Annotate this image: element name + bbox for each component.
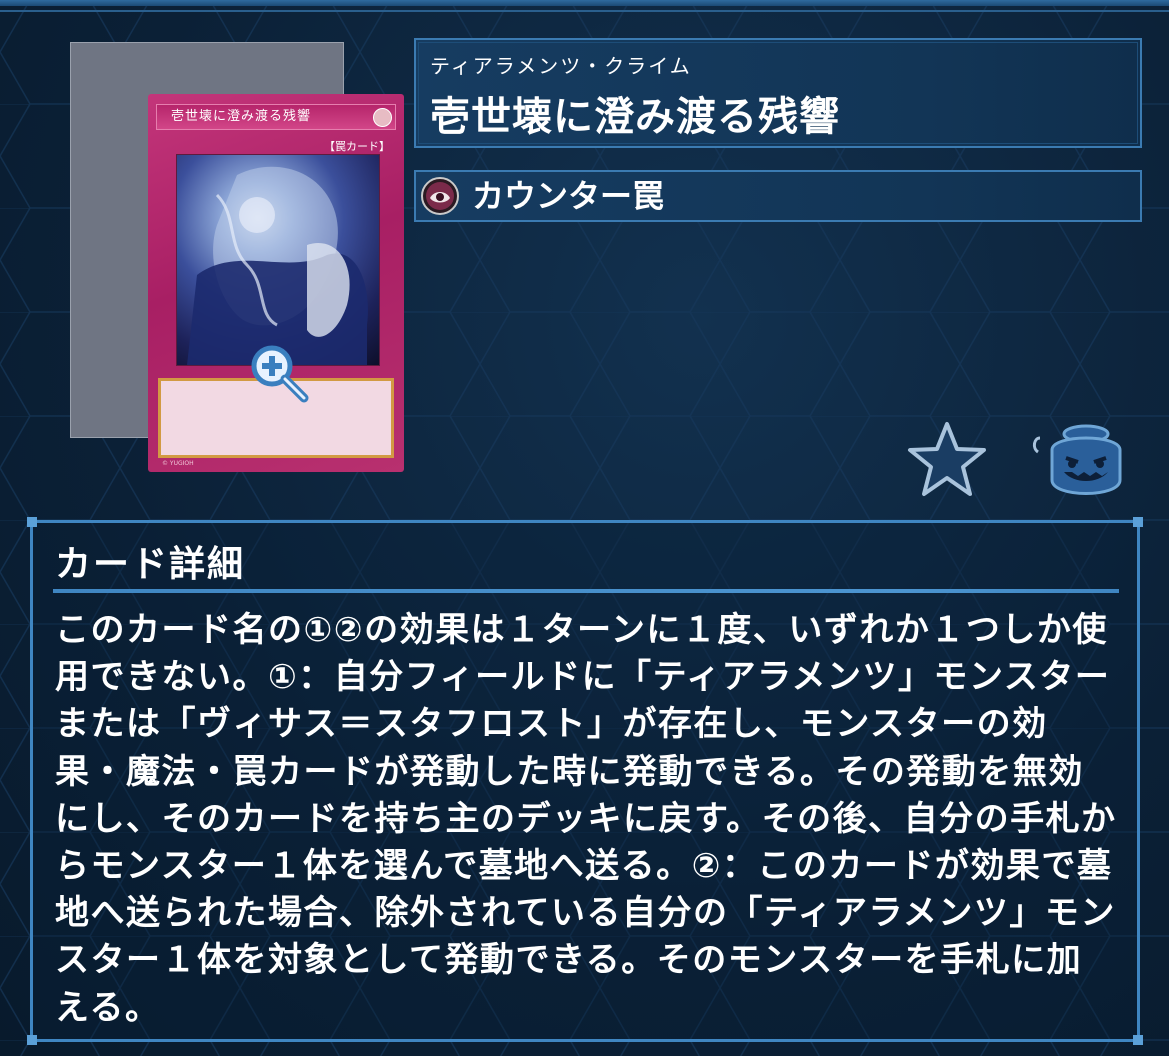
card-name-ruby: ティアラメンツ・クライム — [430, 54, 692, 78]
card-type-label: カウンター罠 — [472, 177, 665, 215]
card-image[interactable]: 壱世壊に澄み渡る残響 【罠カード】 © YUGIOH — [70, 42, 404, 472]
card-image-type: 【罠カード】 — [324, 140, 390, 153]
top-border-line — [0, 10, 1169, 12]
artwork-illustration — [187, 166, 368, 365]
zoom-in-icon[interactable] — [248, 342, 310, 404]
trap-attribute-icon — [373, 108, 392, 127]
counter-trap-icon — [421, 177, 459, 215]
star-icon[interactable] — [906, 420, 988, 498]
panel-corner — [27, 1035, 37, 1045]
panel-corner — [1133, 1035, 1143, 1045]
card-frame: 壱世壊に澄み渡る残響 【罠カード】 © YUGIOH — [148, 94, 404, 472]
panel-corner — [1133, 517, 1143, 527]
card-details-panel: カード詳細 このカード名の①②の効果は１ターンに１度、いずれか１つしか使用できな… — [27, 517, 1143, 1045]
card-artwork — [176, 154, 380, 366]
details-divider — [53, 589, 1119, 593]
pot-of-greed-icon[interactable] — [1030, 420, 1126, 502]
card-title-panel: ティアラメンツ・クライム 壱世壊に澄み渡る残響 — [414, 38, 1142, 148]
panel-corner — [27, 517, 37, 527]
card-detail-screen: 壱世壊に澄み渡る残響 【罠カード】 © YUGIOH ティアラメンツ・クライム … — [0, 0, 1169, 1056]
card-copyright: © YUGIOH — [162, 460, 194, 467]
card-image-name: 壱世壊に澄み渡る残響 — [156, 104, 396, 130]
card-type-panel: カウンター罠 — [414, 170, 1142, 222]
card-effect-text: このカード名の①②の効果は１ターンに１度、いずれか１つしか使用できない。①：自分… — [55, 610, 1117, 1028]
details-heading: カード詳細 — [55, 544, 246, 585]
top-border — [0, 0, 1169, 6]
card-name: 壱世壊に澄み渡る残響 — [430, 94, 840, 140]
